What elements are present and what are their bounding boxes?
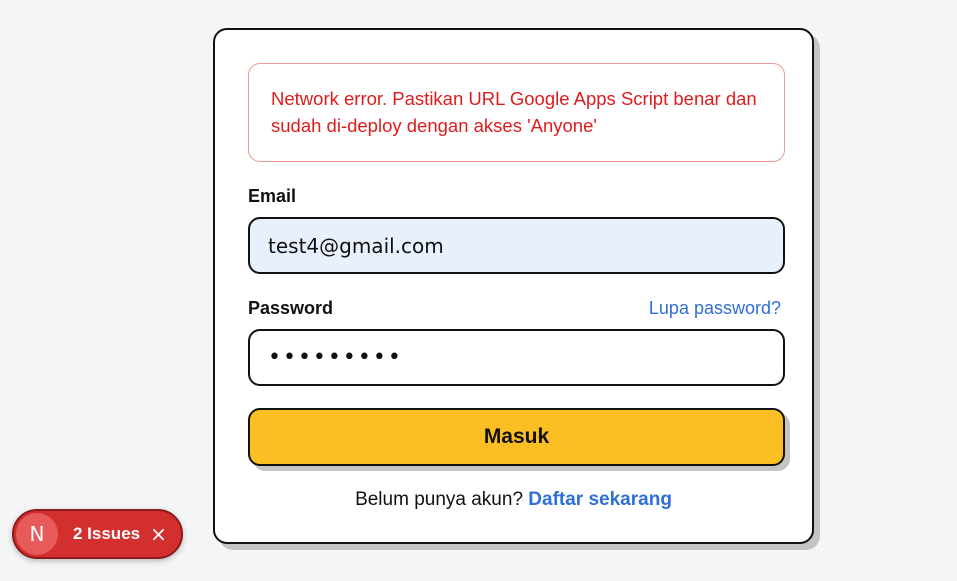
error-message: Network error. Pastikan URL Google Apps … bbox=[271, 88, 757, 136]
nextjs-logo-icon[interactable]: N bbox=[16, 513, 58, 555]
login-card: Network error. Pastikan URL Google Apps … bbox=[213, 28, 814, 544]
email-label: Email bbox=[248, 186, 297, 206]
email-field[interactable] bbox=[248, 217, 785, 274]
error-alert: Network error. Pastikan URL Google Apps … bbox=[248, 63, 785, 162]
login-button[interactable]: Masuk bbox=[248, 408, 785, 466]
close-icon[interactable]: × bbox=[150, 524, 167, 544]
password-label: Password bbox=[248, 298, 334, 318]
signup-link[interactable]: Daftar sekarang bbox=[528, 489, 672, 510]
password-field[interactable] bbox=[248, 329, 785, 386]
issues-badge[interactable]: N 2 Issues × bbox=[12, 509, 183, 559]
forgot-password-link[interactable]: Lupa password? bbox=[649, 298, 781, 319]
signup-row: Belum punya akun? Daftar sekarang bbox=[215, 489, 812, 511]
signup-prompt: Belum punya akun? bbox=[355, 489, 524, 510]
issues-count[interactable]: 2 Issues bbox=[73, 524, 140, 544]
